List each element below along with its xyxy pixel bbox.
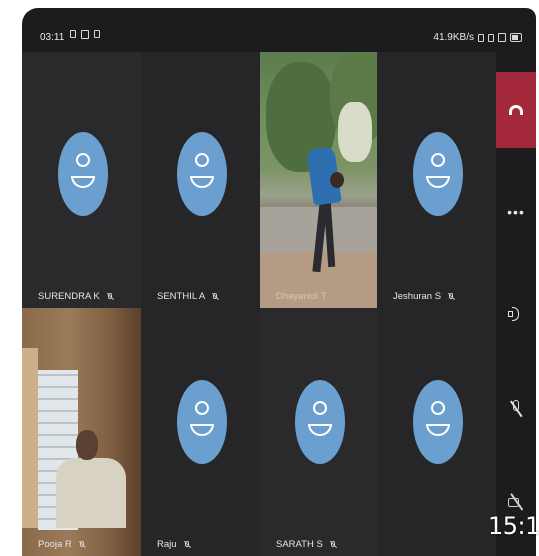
participant-video-tile[interactable]: Pooja R (22, 308, 141, 556)
participant-name: SENTHIL A (157, 291, 218, 302)
signal-icon (478, 33, 484, 42)
end-call-button[interactable] (496, 72, 536, 148)
mic-muted-icon (448, 292, 454, 301)
microphone-toggle-button[interactable] (496, 397, 536, 421)
participant-video (22, 308, 141, 556)
avatar-icon (413, 380, 463, 464)
network-speed: 41.9KB/s (433, 32, 474, 43)
app-notification-icon (81, 30, 89, 39)
avatar-icon (177, 380, 227, 464)
status-right: 41.9KB/s (433, 32, 522, 43)
more-options-button[interactable]: ••• (496, 202, 536, 222)
mic-muted-icon (330, 540, 336, 549)
mic-muted-icon (212, 292, 218, 301)
phone-hangup-icon (509, 105, 523, 115)
status-bar: 03:11 41.9KB/s (22, 8, 536, 52)
participant-video-tile[interactable]: Dhayanidi T (260, 52, 377, 308)
participant-tile[interactable] (377, 308, 496, 556)
notification-icon (70, 30, 76, 38)
status-left-icons (70, 30, 100, 39)
meeting-screen: 03:11 41.9KB/s SURENDRA K SENTHIL A Dhay… (22, 8, 536, 556)
avatar-icon (58, 132, 108, 216)
mic-muted-icon (107, 292, 113, 301)
participant-tile[interactable]: Jeshuran S (377, 52, 496, 308)
participant-name: SARATH S (276, 539, 336, 550)
participant-tile[interactable]: SURENDRA K (22, 52, 141, 308)
wifi-icon (498, 33, 506, 42)
participant-name: Jeshuran S (393, 291, 454, 302)
participant-tile[interactable]: Raju (141, 308, 260, 556)
avatar-icon (177, 132, 227, 216)
overlay-clock: 15:14 (488, 512, 539, 540)
camera-toggle-button[interactable] (496, 490, 536, 514)
speaker-icon (508, 306, 524, 322)
call-icon (94, 30, 100, 38)
participant-name: Pooja R (38, 539, 85, 550)
mic-off-icon (508, 399, 524, 419)
mic-muted-icon (79, 540, 85, 549)
camera-off-icon (507, 494, 525, 510)
speaker-button[interactable] (496, 302, 536, 326)
call-controls-sidebar: ••• (496, 52, 536, 556)
participant-tile[interactable]: SENTHIL A (141, 52, 260, 308)
sim-icon (488, 33, 494, 42)
participant-name: SURENDRA K (38, 291, 113, 302)
participant-video (260, 52, 377, 308)
participant-name: Dhayanidi T (276, 291, 327, 302)
avatar-icon (295, 380, 345, 464)
avatar-icon (413, 132, 463, 216)
battery-icon (510, 33, 522, 42)
participant-name: Raju (157, 539, 190, 550)
mic-muted-icon (184, 540, 190, 549)
status-time: 03:11 (40, 32, 65, 43)
participant-tile[interactable]: SARATH S (260, 308, 377, 556)
